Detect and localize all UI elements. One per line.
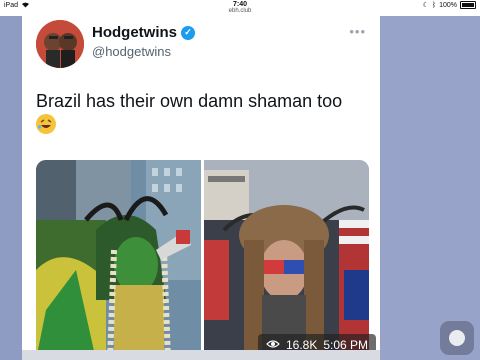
- tweet-image-left[interactable]: [36, 160, 201, 360]
- status-right: ☾ ᛒ 100%: [423, 1, 476, 9]
- user-handle[interactable]: @hodgetwins: [92, 44, 171, 59]
- tweet-image-right[interactable]: [204, 160, 369, 360]
- status-bar: iPad 7:40 ebh.club ☾ ᛒ 100%: [0, 0, 480, 16]
- side-background-left: [0, 16, 22, 360]
- display-name-text[interactable]: Hodgetwins: [92, 24, 177, 41]
- verified-badge-icon: ✓: [181, 25, 195, 40]
- battery-icon: [460, 1, 476, 9]
- assistive-touch-dot-icon: [449, 330, 465, 346]
- tweet-card: Hodgetwins ✓ @hodgetwins ••• Brazil has …: [22, 16, 380, 360]
- assistive-touch-button[interactable]: [440, 321, 474, 355]
- battery-percent: 100%: [439, 1, 457, 9]
- laughing-emoji-icon: [36, 114, 56, 134]
- bluetooth-icon: ᛒ: [431, 1, 437, 9]
- moon-icon: ☾: [422, 2, 429, 9]
- display-name[interactable]: Hodgetwins ✓: [92, 24, 195, 41]
- clock: 7:40: [232, 1, 247, 8]
- cut-off-next-row: [22, 350, 380, 360]
- avatar[interactable]: [36, 20, 84, 68]
- tweet-text: Brazil has their own damn shaman too: [36, 91, 343, 111]
- side-background-right: [380, 16, 480, 360]
- address-url[interactable]: ebh.club: [0, 8, 480, 14]
- more-options-icon[interactable]: •••: [349, 24, 366, 39]
